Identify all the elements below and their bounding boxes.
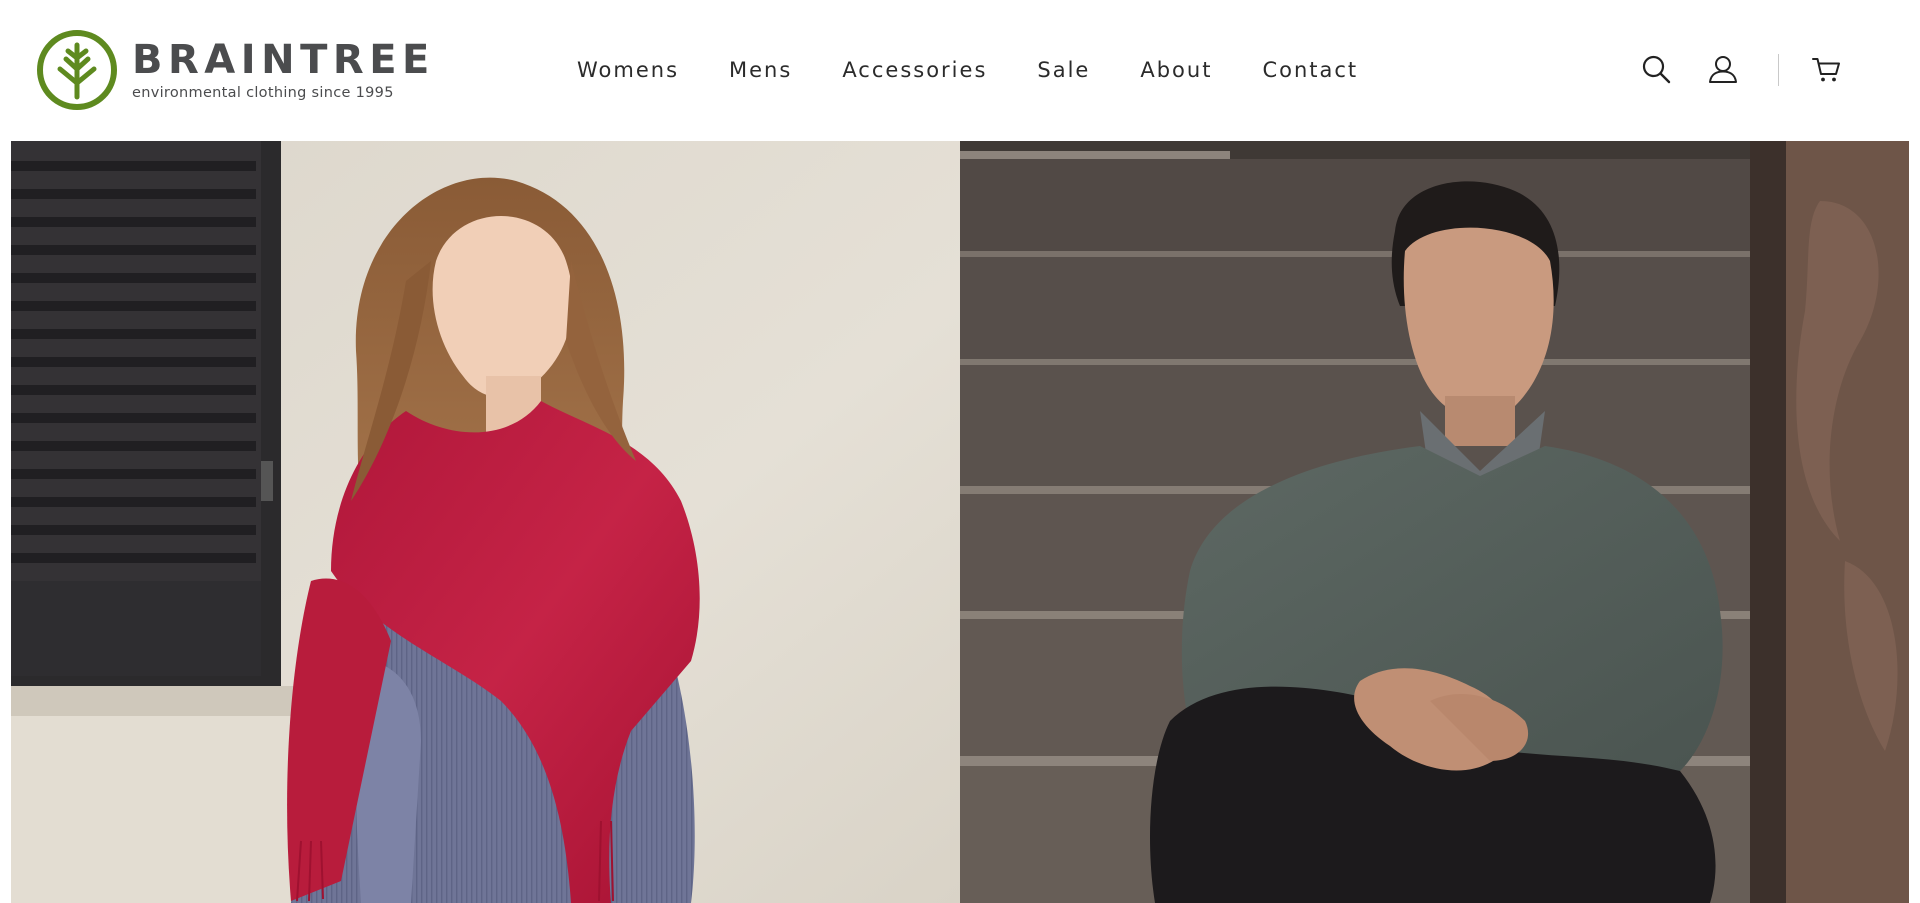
- woman-red-scarf-photo: [11, 141, 960, 903]
- brand-tagline: environmental clothing since 1995: [132, 84, 394, 101]
- search-button[interactable]: [1640, 52, 1672, 86]
- account-button[interactable]: [1707, 52, 1739, 86]
- main-nav: Womens Mens Accessories Sale About Conta…: [577, 56, 1358, 84]
- tree-logo-icon: [37, 30, 117, 110]
- nav-item-womens[interactable]: Womens: [577, 56, 679, 84]
- hero-panel-womens[interactable]: [11, 141, 960, 903]
- hero-panel-mens[interactable]: [960, 141, 1909, 903]
- header-tools: [1600, 0, 1920, 141]
- brand-logo[interactable]: BRAINTREE environmental clothing since 1…: [36, 28, 435, 112]
- search-icon: [1642, 55, 1671, 84]
- nav-item-sale[interactable]: Sale: [1037, 56, 1090, 84]
- nav-item-contact[interactable]: Contact: [1262, 56, 1358, 84]
- nav-item-mens[interactable]: Mens: [729, 56, 792, 84]
- hero-banner: [11, 141, 1909, 903]
- user-icon: [1709, 56, 1737, 83]
- site-header: BRAINTREE environmental clothing since 1…: [0, 0, 1920, 141]
- nav-item-accessories[interactable]: Accessories: [842, 56, 987, 84]
- logo-text: BRAINTREE environmental clothing since 1…: [132, 40, 435, 101]
- brand-name: BRAINTREE: [132, 36, 435, 83]
- cart-button[interactable]: [1810, 52, 1842, 86]
- header-divider: [1778, 54, 1779, 86]
- nav-item-about[interactable]: About: [1140, 56, 1212, 84]
- cart-icon: [1812, 58, 1840, 82]
- man-grey-sweater-photo: [960, 141, 1909, 903]
